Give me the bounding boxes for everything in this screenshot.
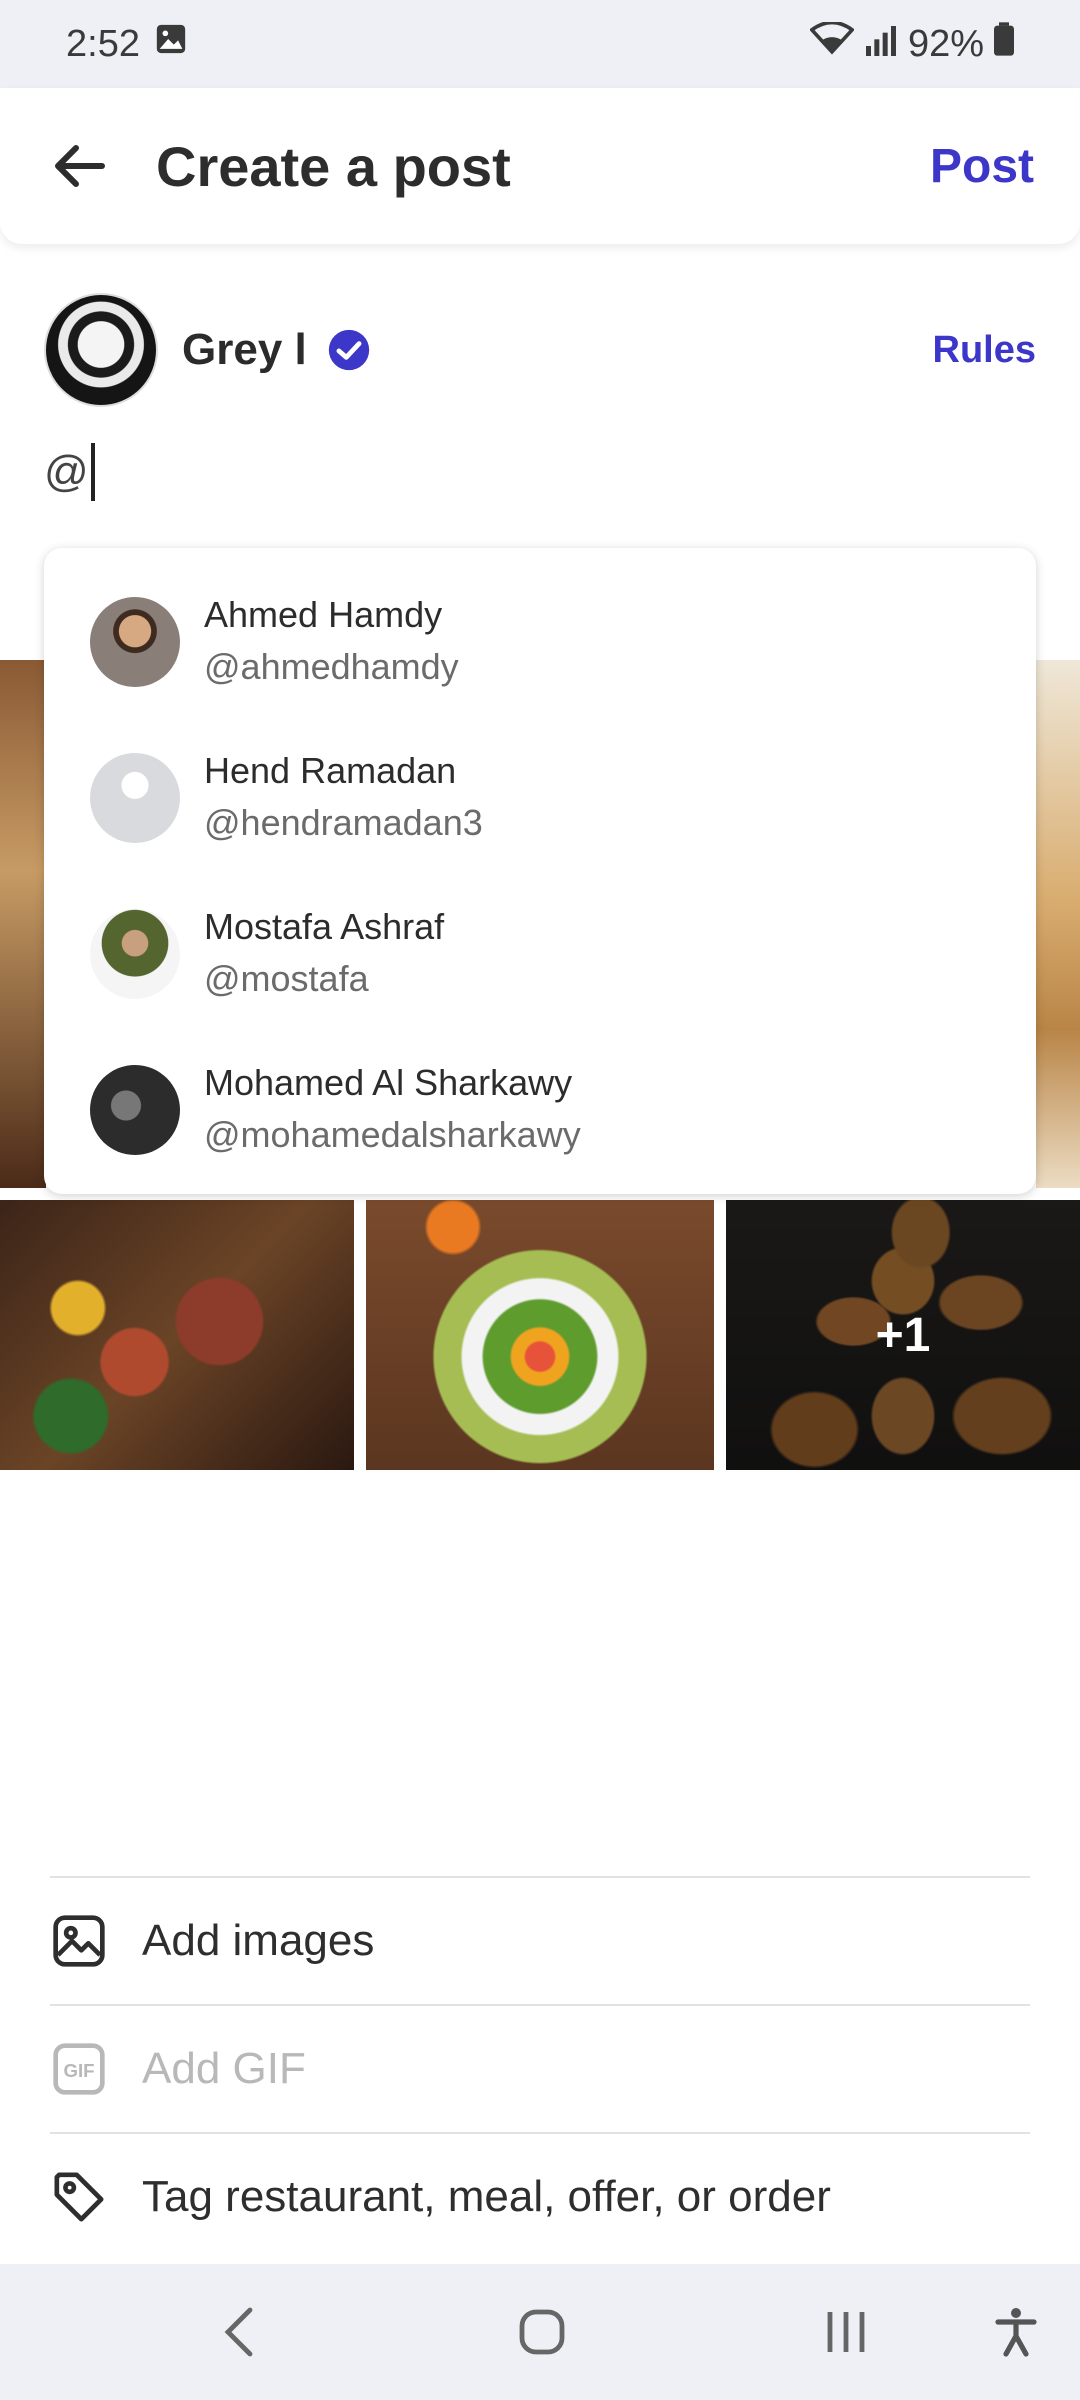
post-text-value: @ bbox=[44, 447, 89, 496]
add-gif-button[interactable]: GIF Add GIF bbox=[50, 2004, 1030, 2132]
arrow-left-icon bbox=[55, 145, 105, 187]
page-title: Create a post bbox=[156, 134, 511, 198]
mention-handle: @mohamedalsharkawy bbox=[204, 1114, 581, 1155]
mention-name: Mohamed Al Sharkawy bbox=[204, 1062, 573, 1103]
tag-button[interactable]: Tag restaurant, meal, offer, or order bbox=[50, 2132, 1030, 2260]
status-bar: 2:52 92% bbox=[0, 0, 1080, 88]
author-row: Grey l Rules bbox=[44, 292, 1036, 408]
add-gif-label: Add GIF bbox=[142, 2044, 306, 2093]
verified-badge-icon bbox=[328, 329, 369, 371]
gallery-notification-icon bbox=[154, 22, 188, 66]
more-photos-count: +1 bbox=[875, 1308, 931, 1362]
attached-photo-salad[interactable] bbox=[366, 1200, 714, 1470]
avatar bbox=[90, 753, 180, 843]
attached-photo-main-right-edge bbox=[1036, 660, 1080, 1188]
tag-icon bbox=[50, 2168, 108, 2226]
avatar bbox=[90, 597, 180, 687]
post-button[interactable]: Post bbox=[930, 139, 1034, 194]
mention-handle: @ahmedhamdy bbox=[204, 646, 459, 687]
text-cursor bbox=[90, 443, 95, 501]
avatar bbox=[90, 1065, 180, 1155]
mention-handle: @mostafa bbox=[204, 958, 369, 999]
svg-text:GIF: GIF bbox=[63, 2060, 94, 2081]
attached-photo-main[interactable] bbox=[0, 660, 46, 1188]
author-name: Grey l bbox=[182, 325, 307, 374]
add-images-label: Add images bbox=[142, 1916, 375, 1965]
mention-item[interactable]: Mohamed Al Sharkawy @mohamedalsharkawy bbox=[44, 1032, 1036, 1188]
attached-photo-grill[interactable] bbox=[0, 1200, 354, 1470]
mention-item[interactable]: Ahmed Hamdy @ahmedhamdy bbox=[44, 564, 1036, 720]
gif-icon: GIF bbox=[50, 2040, 108, 2098]
top-app-bar: Create a post Post bbox=[0, 88, 1080, 244]
mention-name: Mostafa Ashraf bbox=[204, 906, 445, 947]
rules-link[interactable]: Rules bbox=[933, 329, 1036, 372]
mention-item[interactable]: Hend Ramadan @hendramadan3 bbox=[44, 720, 1036, 876]
image-icon bbox=[50, 1912, 108, 1970]
avatar bbox=[90, 909, 180, 999]
mention-item[interactable]: Mostafa Ashraf @mostafa bbox=[44, 876, 1036, 1032]
back-button[interactable] bbox=[46, 132, 114, 200]
signal-icon bbox=[864, 23, 898, 66]
status-time: 2:52 bbox=[66, 22, 140, 65]
attached-photo-burgers[interactable]: +1 bbox=[726, 1200, 1080, 1470]
post-actions: Add images GIF Add GIF Tag restaurant, m… bbox=[50, 1876, 1030, 2260]
mention-suggestions: Ahmed Hamdy @ahmedhamdy Hend Ramadan @he… bbox=[44, 548, 1036, 1194]
home-nav-icon[interactable] bbox=[510, 2300, 574, 2364]
system-navigation-bar bbox=[0, 2264, 1080, 2400]
battery-icon bbox=[994, 22, 1014, 66]
mention-name: Hend Ramadan bbox=[204, 750, 457, 791]
battery-percent: 92% bbox=[907, 22, 984, 65]
attached-photos-grid: +1 bbox=[0, 1200, 1080, 1470]
mention-handle: @hendramadan3 bbox=[204, 802, 483, 843]
back-nav-icon[interactable] bbox=[208, 2300, 272, 2364]
post-text-input[interactable]: @ bbox=[44, 432, 1036, 512]
mention-name: Ahmed Hamdy bbox=[204, 594, 443, 635]
recents-nav-icon[interactable] bbox=[814, 2300, 878, 2364]
wifi-icon bbox=[809, 20, 855, 66]
tag-label: Tag restaurant, meal, offer, or order bbox=[142, 2172, 831, 2221]
accessibility-icon[interactable] bbox=[984, 2300, 1048, 2364]
avatar bbox=[44, 293, 158, 407]
add-images-button[interactable]: Add images bbox=[50, 1876, 1030, 2004]
